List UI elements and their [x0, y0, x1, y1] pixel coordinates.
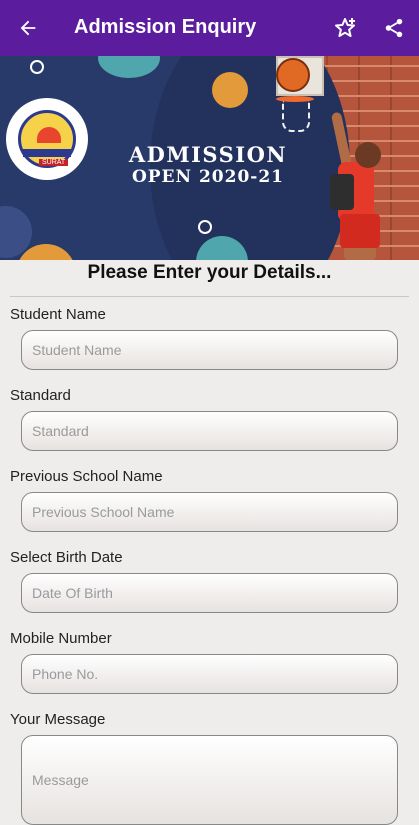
decor-circle	[212, 72, 248, 108]
basket-rim	[276, 96, 314, 102]
previous-school-label: Previous School Name	[10, 468, 163, 485]
decor-circle	[98, 56, 160, 78]
birth-date-input[interactable]	[21, 573, 398, 613]
decor-circle	[30, 60, 44, 74]
share-icon[interactable]	[380, 14, 408, 42]
form-heading: Please Enter your Details...	[87, 262, 332, 283]
divider	[10, 296, 409, 297]
birth-date-label: Select Birth Date	[10, 549, 123, 566]
banner-line2: OPEN 2020-21	[131, 167, 285, 187]
basket-net	[282, 100, 310, 132]
message-input[interactable]	[21, 735, 398, 825]
standard-input[interactable]	[21, 411, 398, 451]
logo-city-text: SURAT	[39, 159, 69, 166]
arrow-back-icon[interactable]	[14, 14, 42, 42]
banner-headline: ADMISSION OPEN 2020-21	[128, 142, 288, 187]
message-label: Your Message	[10, 711, 106, 728]
player-head	[355, 142, 381, 168]
admission-banner: SURAT ADMISSION OPEN 2020-21	[0, 56, 419, 260]
player-bag	[330, 174, 354, 210]
student-name-label: Student Name	[10, 306, 106, 323]
mobile-number-label: Mobile Number	[10, 630, 112, 647]
app-bar: Admission Enquiry	[0, 0, 419, 56]
phone-input[interactable]	[21, 654, 398, 694]
banner-line1: ADMISSION	[128, 142, 288, 167]
student-name-input[interactable]	[21, 330, 398, 370]
standard-label: Standard	[10, 387, 71, 404]
decor-circle	[198, 220, 212, 234]
basketball	[276, 58, 310, 92]
page-title: Admission Enquiry	[74, 16, 257, 38]
school-logo: SURAT	[6, 98, 88, 180]
previous-school-input[interactable]	[21, 492, 398, 532]
star-add-icon[interactable]	[330, 14, 360, 42]
player-shorts	[340, 214, 380, 248]
